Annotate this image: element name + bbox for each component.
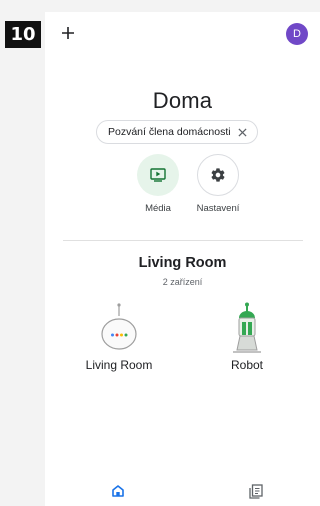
bottom-navigation (45, 476, 320, 506)
nav-home-button[interactable] (103, 476, 133, 506)
home-title: Doma (152, 88, 213, 113)
room-title[interactable]: Living Room (45, 255, 320, 271)
settings-gear-icon (211, 168, 225, 182)
robot-icon (233, 302, 261, 353)
plus-icon (62, 27, 74, 39)
feed-icon (249, 483, 263, 499)
device-robot[interactable]: Robot (187, 302, 307, 372)
top-app-bar: D (45, 12, 320, 58)
room-device-count: 2 zařízení (162, 277, 203, 287)
invite-household-member-chip[interactable]: Pozvání člena domácnosti (96, 120, 258, 144)
add-button[interactable] (57, 22, 79, 44)
close-icon[interactable] (237, 126, 249, 138)
device-label-robot: Robot (230, 358, 264, 372)
home-icon (112, 485, 124, 497)
google-home-screen: D Doma Pozvání člena domácnosti Média Na… (45, 12, 320, 506)
media-play-icon (150, 168, 166, 182)
settings-button[interactable]: Nastavení (183, 154, 253, 214)
device-label-living-room: Living Room (85, 358, 153, 372)
invite-chip-label: Pozvání člena domácnosti (108, 126, 231, 138)
google-home-mini-icon (101, 303, 137, 350)
section-divider (63, 240, 303, 241)
nav-feed-button[interactable] (241, 476, 271, 506)
account-avatar[interactable]: D (286, 23, 308, 45)
media-label: Média (145, 203, 171, 214)
step-number-badge: 10 (5, 21, 41, 48)
settings-circle (197, 154, 239, 196)
device-living-room[interactable]: Living Room (59, 302, 179, 372)
media-circle (137, 154, 179, 196)
settings-label: Nastavení (196, 203, 240, 214)
